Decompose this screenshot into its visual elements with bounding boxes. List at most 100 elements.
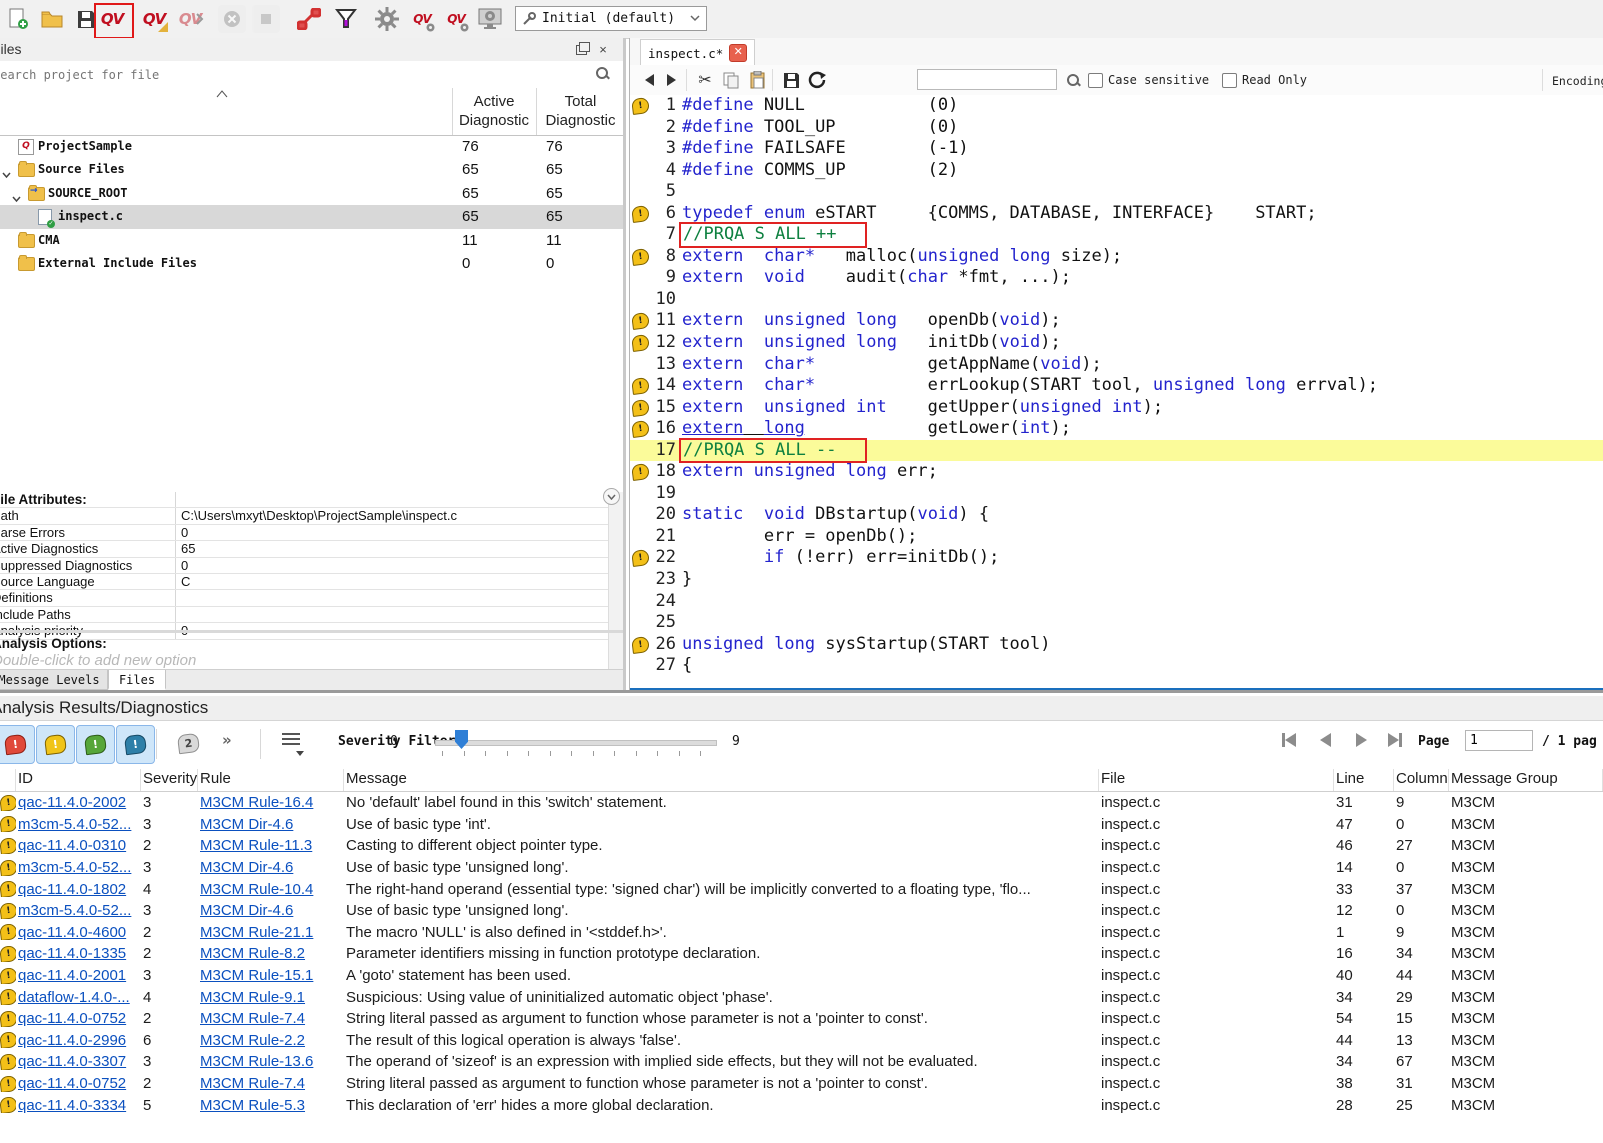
- tree-item-cma[interactable]: CMA1111: [0, 229, 623, 252]
- rule-link[interactable]: M3CM Rule-8.2: [200, 945, 305, 962]
- tab-files[interactable]: Files: [108, 670, 166, 690]
- diagnostic-row[interactable]: !qac-11.4.0-33073M3CM Rule-13.6The opera…: [0, 1051, 1603, 1073]
- attribute-row[interactable]: Include Paths: [0, 607, 623, 623]
- diagnostic-row[interactable]: !qac-11.4.0-18024M3CM Rule-10.4The right…: [0, 878, 1603, 900]
- analysis-options-placeholder[interactable]: Double-click to add new option: [0, 652, 196, 669]
- diagnostic-id-link[interactable]: qac-11.4.0-0752: [18, 1075, 126, 1092]
- first-page-icon[interactable]: [1282, 733, 1304, 749]
- results-column-header[interactable]: [0, 769, 16, 791]
- warning-balloon-icon[interactable]: !: [631, 399, 650, 417]
- code-line[interactable]: !6typedef enum eSTART {COMMS, DATABASE, …: [630, 203, 1603, 225]
- rule-link[interactable]: M3CM Rule-9.1: [200, 989, 305, 1006]
- attribute-row[interactable]: Suppressed Diagnostics0: [0, 558, 623, 574]
- overflow-chevron-icon[interactable]: »: [222, 731, 232, 749]
- find-in-file-input[interactable]: [917, 69, 1057, 90]
- gear-icon[interactable]: [373, 5, 401, 33]
- attribute-row[interactable]: Definitions: [0, 590, 623, 606]
- qv-gear-icon[interactable]: QV: [408, 5, 436, 33]
- diagnostic-row[interactable]: !m3cm-5.4.0-52...3M3CM Dir-4.6Use of bas…: [0, 857, 1603, 879]
- close-panel-icon[interactable]: ×: [595, 42, 611, 57]
- diagnostic-id-link[interactable]: m3cm-5.4.0-52...: [18, 816, 131, 833]
- severity-slider-track[interactable]: [435, 740, 717, 746]
- attribute-row[interactable]: Active Diagnostics65: [0, 541, 623, 557]
- filter-funnel-icon[interactable]: [332, 5, 360, 33]
- code-line[interactable]: 24: [630, 591, 1603, 613]
- extra-level-balloon[interactable]: 2: [170, 725, 207, 762]
- copy-icon[interactable]: [720, 69, 742, 91]
- diagnostic-id-link[interactable]: qac-11.4.0-3334: [18, 1097, 126, 1114]
- diagnostic-row[interactable]: !qac-11.4.0-46002M3CM Rule-21.1The macro…: [0, 922, 1603, 944]
- paste-icon[interactable]: [746, 69, 768, 91]
- diagnostic-id-link[interactable]: qac-11.4.0-2001: [18, 967, 126, 984]
- next-page-icon[interactable]: [1356, 733, 1378, 749]
- diagnostic-row[interactable]: !dataflow-1.4.0-...4M3CM Rule-9.1Suspici…: [0, 986, 1603, 1008]
- qv-analyze-icon[interactable]: QV: [98, 5, 126, 33]
- case-sensitive-checkbox[interactable]: [1088, 73, 1103, 88]
- code-line[interactable]: !15extern unsigned int getUpper(unsigned…: [630, 397, 1603, 419]
- read-only-checkbox[interactable]: [1222, 73, 1237, 88]
- warning-balloon-button[interactable]: !: [36, 725, 75, 764]
- diagnostic-row[interactable]: !qac-11.4.0-07522M3CM Rule-7.4String lit…: [0, 1073, 1603, 1095]
- diagnostic-row[interactable]: !m3cm-5.4.0-52...3M3CM Dir-4.6Use of bas…: [0, 900, 1603, 922]
- code-line[interactable]: 10: [630, 289, 1603, 311]
- diagnostic-id-link[interactable]: qac-11.4.0-0310: [18, 837, 126, 854]
- diagnostic-row[interactable]: !qac-11.4.0-20023M3CM Rule-16.4No 'defau…: [0, 792, 1603, 814]
- diagnostic-id-link[interactable]: qac-11.4.0-0752: [18, 1010, 126, 1027]
- qv-next-icon[interactable]: QV: [176, 5, 204, 33]
- diagnostic-row[interactable]: !qac-11.4.0-07522M3CM Rule-7.4String lit…: [0, 1008, 1603, 1030]
- diagnostic-id-link[interactable]: qac-11.4.0-4600: [18, 924, 126, 941]
- rule-link[interactable]: M3CM Dir-4.6: [200, 902, 293, 919]
- results-column-header[interactable]: Rule: [198, 769, 344, 791]
- column-header-active[interactable]: ActiveDiagnostic: [452, 92, 536, 130]
- code-line[interactable]: 13extern char* getAppName(void);: [630, 354, 1603, 376]
- info-balloon-button[interactable]: !: [76, 725, 115, 764]
- attributes-scrollbar[interactable]: [608, 492, 623, 669]
- warning-balloon-icon[interactable]: !: [631, 420, 650, 438]
- rule-link[interactable]: M3CM Rule-15.1: [200, 967, 313, 984]
- qv-sync-gear-icon[interactable]: QV: [442, 5, 470, 33]
- view-menu-icon[interactable]: [282, 733, 300, 747]
- rule-link[interactable]: M3CM Rule-2.2: [200, 1032, 305, 1049]
- tree-item-projectsample[interactable]: QProjectSample7676: [0, 135, 623, 158]
- link-icon[interactable]: [295, 5, 323, 33]
- editor-tab-inspect-c[interactable]: inspect.c* ✕: [640, 39, 755, 66]
- results-column-header[interactable]: ID: [16, 769, 141, 791]
- diagnostic-id-link[interactable]: qac-11.4.0-2002: [18, 794, 126, 811]
- code-line[interactable]: !8extern char* malloc(unsigned long size…: [630, 246, 1603, 268]
- monitor-gear-icon[interactable]: [476, 5, 504, 33]
- code-line[interactable]: !26unsigned long sysStartup(START tool): [630, 634, 1603, 656]
- rule-link[interactable]: M3CM Rule-13.6: [200, 1053, 313, 1070]
- warning-balloon-icon[interactable]: !: [631, 97, 650, 115]
- back-icon[interactable]: [638, 69, 660, 91]
- tree-item-source-files[interactable]: Source Files6565: [0, 158, 623, 181]
- code-line[interactable]: 21 err = openDb();: [630, 526, 1603, 548]
- tree-item-source-root[interactable]: SOURCE_ROOT6565: [0, 182, 623, 205]
- warning-balloon-icon[interactable]: !: [631, 463, 650, 481]
- attribute-row[interactable]: Parse Errors0: [0, 525, 623, 541]
- analysis-profile-dropdown[interactable]: Initial (default): [515, 6, 707, 31]
- attribute-row[interactable]: Source LanguageC: [0, 574, 623, 590]
- note-balloon-button[interactable]: !: [116, 725, 155, 764]
- code-line[interactable]: !11extern unsigned long openDb(void);: [630, 310, 1603, 332]
- code-area[interactable]: !1#define NULL (0)2#define TOOL_UP (0)3#…: [630, 95, 1603, 688]
- new-file-icon[interactable]: [4, 5, 32, 33]
- code-line[interactable]: 23}: [630, 569, 1603, 591]
- diagnostic-row[interactable]: !qac-11.4.0-13352M3CM Rule-8.2Parameter …: [0, 943, 1603, 965]
- rule-link[interactable]: M3CM Rule-7.4: [200, 1010, 305, 1027]
- rule-link[interactable]: M3CM Rule-21.1: [200, 924, 313, 941]
- error-balloon-button[interactable]: !: [0, 725, 35, 764]
- rule-link[interactable]: M3CM Rule-11.3: [200, 837, 312, 854]
- diagnostic-row[interactable]: !qac-11.4.0-20013M3CM Rule-15.1A 'goto' …: [0, 965, 1603, 987]
- warning-balloon-icon[interactable]: !: [631, 248, 650, 266]
- diagnostic-id-link[interactable]: dataflow-1.4.0-...: [18, 989, 130, 1006]
- page-number-input[interactable]: [1465, 730, 1533, 751]
- cut-icon[interactable]: ✂: [694, 69, 716, 91]
- diagnostic-row[interactable]: !qac-11.4.0-33345M3CM Rule-5.3This decla…: [0, 1094, 1603, 1116]
- code-line[interactable]: 3#define FAILSAFE (-1): [630, 138, 1603, 160]
- collapse-section-button[interactable]: [603, 488, 620, 505]
- warning-balloon-icon[interactable]: !: [631, 312, 650, 330]
- code-line[interactable]: 20static void DBstartup(void) {: [630, 504, 1603, 526]
- search-icon[interactable]: [596, 67, 609, 80]
- results-column-header[interactable]: Line: [1334, 769, 1394, 791]
- diagnostic-id-link[interactable]: qac-11.4.0-3307: [18, 1053, 126, 1070]
